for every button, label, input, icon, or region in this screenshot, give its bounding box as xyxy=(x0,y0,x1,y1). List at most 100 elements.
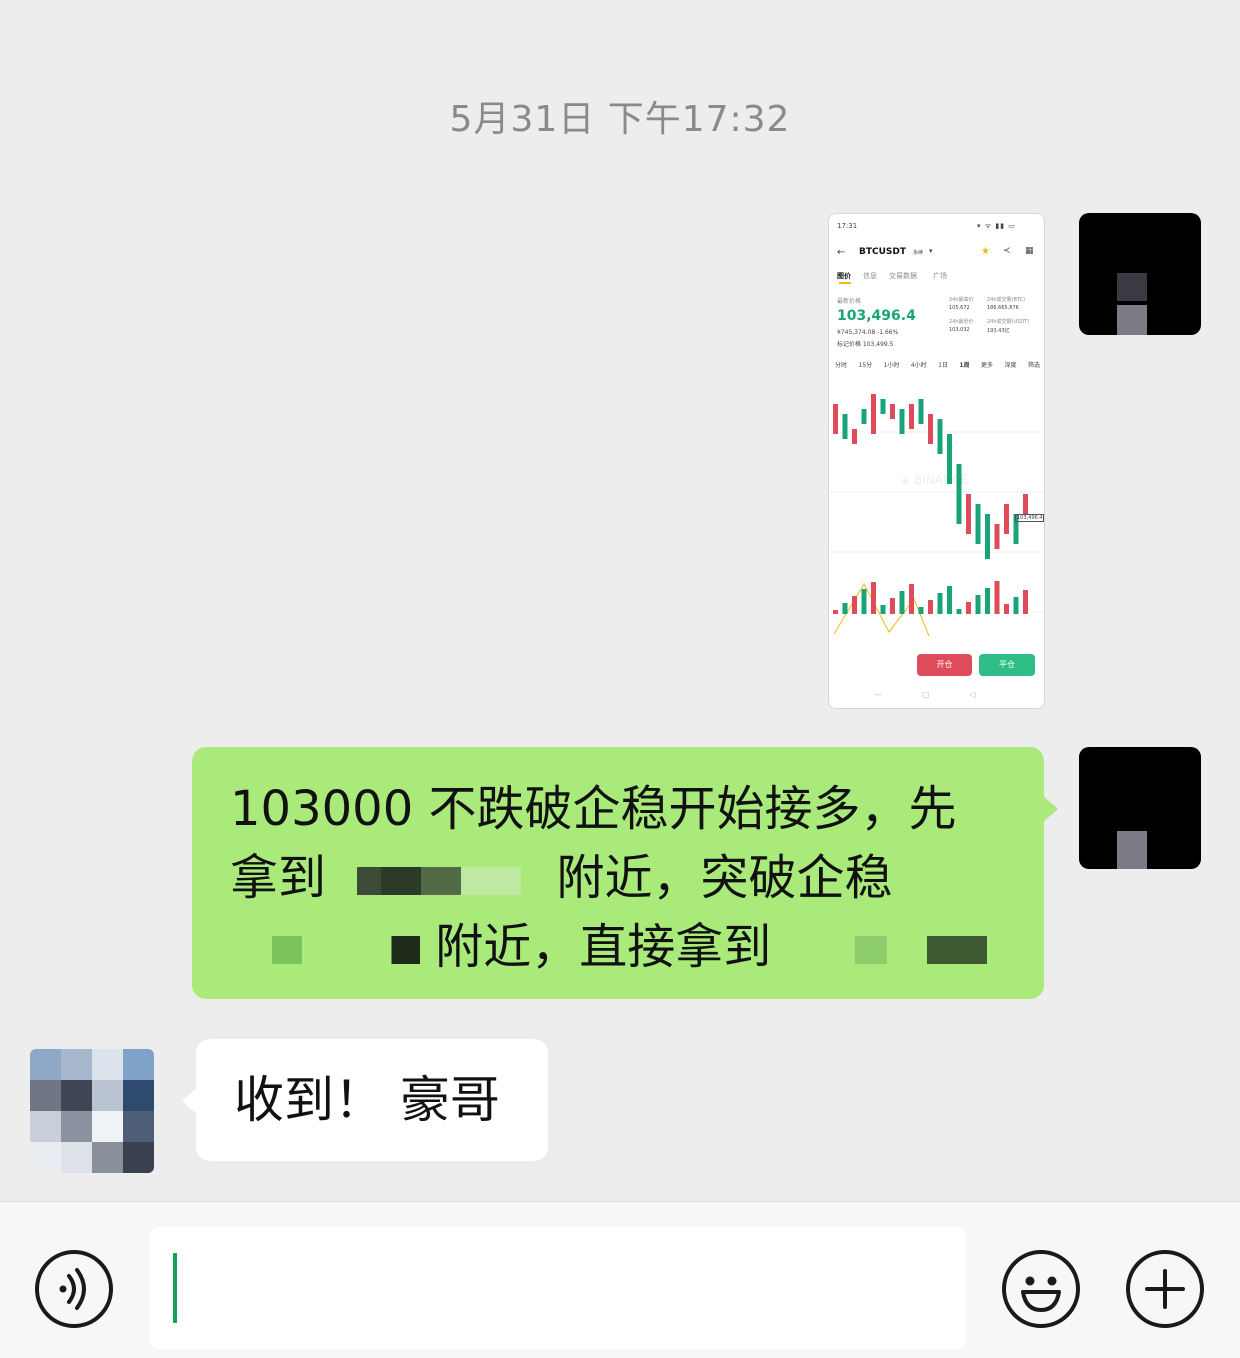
message-fragment: 附近，直接拿到 xyxy=(435,919,772,975)
candle-mark xyxy=(975,504,981,544)
volume-mark xyxy=(947,586,952,614)
volume-mark xyxy=(890,598,895,614)
volume-mark xyxy=(1004,604,1009,614)
interval-item: 1小时 xyxy=(883,362,900,369)
emoji-button[interactable] xyxy=(1002,1250,1080,1328)
pair-title: BTCUSDT xyxy=(859,247,907,257)
message-fragment: 拿到 xyxy=(230,850,327,906)
stat-label: 24h最高价 xyxy=(949,297,974,303)
text-caret xyxy=(173,1253,177,1323)
stat-label: 24h成交量(BTC) xyxy=(987,297,1026,303)
volume-mark xyxy=(956,609,962,614)
candle-mark xyxy=(871,394,876,434)
tab-trade-data: 交易数据 xyxy=(889,272,917,280)
candle-mark xyxy=(842,414,848,439)
candle-mark xyxy=(985,514,990,559)
tab-info: 信息 xyxy=(863,272,877,280)
open-position-button: 开仓 xyxy=(917,654,972,676)
mark-price: 标记价格 103,499.5 xyxy=(837,341,894,348)
candle-mark xyxy=(966,494,971,534)
self-avatar[interactable] xyxy=(1079,747,1201,869)
interval-item: 15分 xyxy=(858,362,873,369)
message-line: 拿到 附近，突破企稳 xyxy=(230,844,1014,913)
more-button[interactable] xyxy=(1126,1250,1204,1328)
received-text-bubble[interactable]: 收到！ 豪哥 xyxy=(182,1039,548,1161)
back-arrow-icon: ← xyxy=(837,247,846,258)
candle-mark xyxy=(918,399,924,424)
message-line: 103000 不跌破企稳开始接多，先 xyxy=(230,781,957,837)
close-position-button: 平仓 xyxy=(979,654,1035,676)
android-nav-bar: —▢◁ xyxy=(874,690,1016,699)
volume-mark xyxy=(842,603,848,614)
interval-item: 4小时 xyxy=(910,362,927,369)
sent-text-bubble[interactable]: 103000 不跌破企稳开始接多，先 拿到 附近，突破企稳 附近，直接拿到 xyxy=(192,747,1058,999)
candle-mark xyxy=(899,409,905,434)
interval-item: 筛选 xyxy=(1027,362,1040,369)
candle-mark xyxy=(890,404,895,419)
volume-mark xyxy=(918,607,924,614)
volume-mark xyxy=(975,595,981,614)
message-fragment: 附近，突破企稳 xyxy=(556,850,893,906)
redacted-blur xyxy=(230,936,420,964)
tab-price: 图价 xyxy=(837,272,851,280)
interval-bar: 分时 15分 1小时 4小时 1日 1周 更多 深度 筛选 xyxy=(835,360,1040,369)
contact-avatar[interactable] xyxy=(30,1049,154,1173)
candle-mark xyxy=(994,524,1000,549)
candle-mark xyxy=(937,419,943,454)
candle-mark xyxy=(1023,494,1028,514)
stat-value: 193.43亿 xyxy=(987,328,1010,334)
star-icon: ★ xyxy=(981,246,990,257)
emoji-icon xyxy=(1021,1276,1061,1312)
candle-mark xyxy=(861,409,867,424)
redacted-blur xyxy=(341,867,542,895)
volume-mark xyxy=(861,589,867,614)
last-price: 103,496.4 xyxy=(837,308,916,324)
image-message-thumbnail[interactable]: 17:31 ▾ ᯤ ▮▮ ▭ ← BTCUSDT 永续 ▾ ★ ≺ ▦ 图价 信… xyxy=(828,213,1045,709)
volume-mark xyxy=(928,600,933,614)
plus-icon xyxy=(1145,1269,1185,1309)
volume-mark xyxy=(852,596,857,614)
voice-icon xyxy=(59,1268,86,1310)
volume-mark xyxy=(871,582,876,614)
message-line: 附近，直接拿到 xyxy=(230,913,1014,982)
pair-tag: 永续 xyxy=(913,250,924,256)
redacted-blur xyxy=(786,936,987,964)
interval-item: 1周 xyxy=(959,362,970,369)
status-icons: ▾ ᯤ ▮▮ ▭ xyxy=(977,222,1016,230)
tab-indicator xyxy=(839,282,851,284)
current-price-tag: 103,496.4 xyxy=(1015,514,1044,522)
stat-label: 24h最低价 xyxy=(949,319,974,325)
price-change: ¥745,374.08 -1.66% xyxy=(837,329,899,336)
status-time: 17:31 xyxy=(837,222,858,230)
pair-dropdown-icon: ▾ xyxy=(929,247,933,255)
candle-mark xyxy=(833,404,838,434)
interval-item: 分时 xyxy=(835,362,848,369)
candle-mark xyxy=(956,464,962,524)
candle-mark xyxy=(852,429,857,444)
message-input[interactable] xyxy=(149,1227,966,1349)
last-price-label: 最新价格 xyxy=(837,298,862,305)
candle-mark xyxy=(909,404,914,429)
candle-mark xyxy=(928,414,933,444)
candle-mark xyxy=(947,434,952,484)
volume-mark xyxy=(937,593,943,614)
stat-label: 24h成交额(USDT) xyxy=(987,319,1030,325)
volume-mark xyxy=(833,610,838,614)
tab-square: 广场 xyxy=(933,272,947,280)
self-avatar[interactable] xyxy=(1079,213,1201,335)
volume-mark xyxy=(1013,597,1019,614)
voice-button[interactable] xyxy=(35,1250,113,1328)
message-timestamp: 5月31日 下午17:32 xyxy=(449,99,791,140)
volume-mark xyxy=(909,584,914,614)
volume-mark xyxy=(880,605,886,614)
volume-mark xyxy=(899,591,905,614)
volume-mark xyxy=(985,588,990,614)
grid-icon: ▦ xyxy=(1025,246,1034,256)
volume-mark xyxy=(1023,590,1028,614)
candle-mark xyxy=(880,399,886,414)
volume-mark xyxy=(994,581,1000,614)
candlestick-chart: ◈ BINANCE xyxy=(829,394,1044,637)
candle-mark xyxy=(1004,504,1009,534)
interval-item: 更多 xyxy=(981,362,994,369)
interval-item: 1日 xyxy=(938,362,948,369)
